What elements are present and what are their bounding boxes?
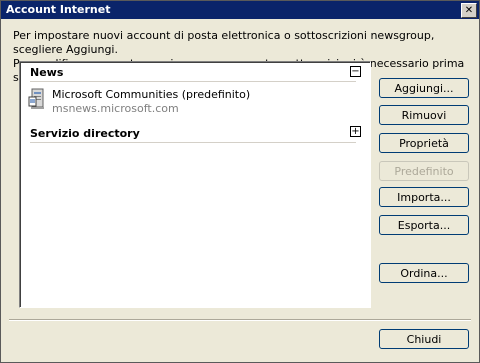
export-button[interactable]: Esporta... [379, 215, 469, 235]
group-separator [30, 142, 356, 143]
add-button[interactable]: Aggiungi... [379, 78, 469, 98]
internet-accounts-dialog: Account Internet ✕ Per impostare nuovi a… [0, 0, 480, 363]
close-window-button[interactable]: ✕ [461, 3, 477, 18]
import-button[interactable]: Importa... [379, 187, 469, 207]
plus-icon: + [351, 125, 360, 137]
window-title: Account Internet [6, 3, 111, 16]
set-default-button[interactable]: Predefinito [379, 161, 469, 181]
close-button[interactable]: Chiudi [379, 329, 469, 349]
account-name: Microsoft Communities (predefinito) [52, 88, 251, 101]
group-separator [30, 81, 356, 82]
account-item[interactable]: Microsoft Communities (predefinito) msne… [28, 85, 348, 117]
group-header-news[interactable]: News [30, 66, 63, 79]
minus-icon: − [351, 65, 360, 77]
order-button[interactable]: Ordina... [379, 263, 469, 283]
properties-button[interactable]: Proprietà [379, 133, 469, 153]
footer-divider [9, 319, 471, 321]
close-icon: ✕ [464, 4, 474, 16]
group-header-directory-service[interactable]: Servizio directory [30, 127, 140, 140]
instructions-line-1: Per impostare nuovi account di posta ele… [13, 29, 435, 56]
remove-button[interactable]: Rimuovi [379, 105, 469, 125]
title-bar[interactable]: Account Internet ✕ [1, 1, 479, 19]
expand-directory-toggle[interactable]: + [350, 126, 361, 137]
collapse-news-toggle[interactable]: − [350, 66, 361, 77]
account-server: msnews.microsoft.com [52, 102, 179, 115]
accounts-list[interactable]: News − Microsoft Communities (predefinit… [19, 61, 371, 308]
news-server-icon [28, 88, 44, 109]
